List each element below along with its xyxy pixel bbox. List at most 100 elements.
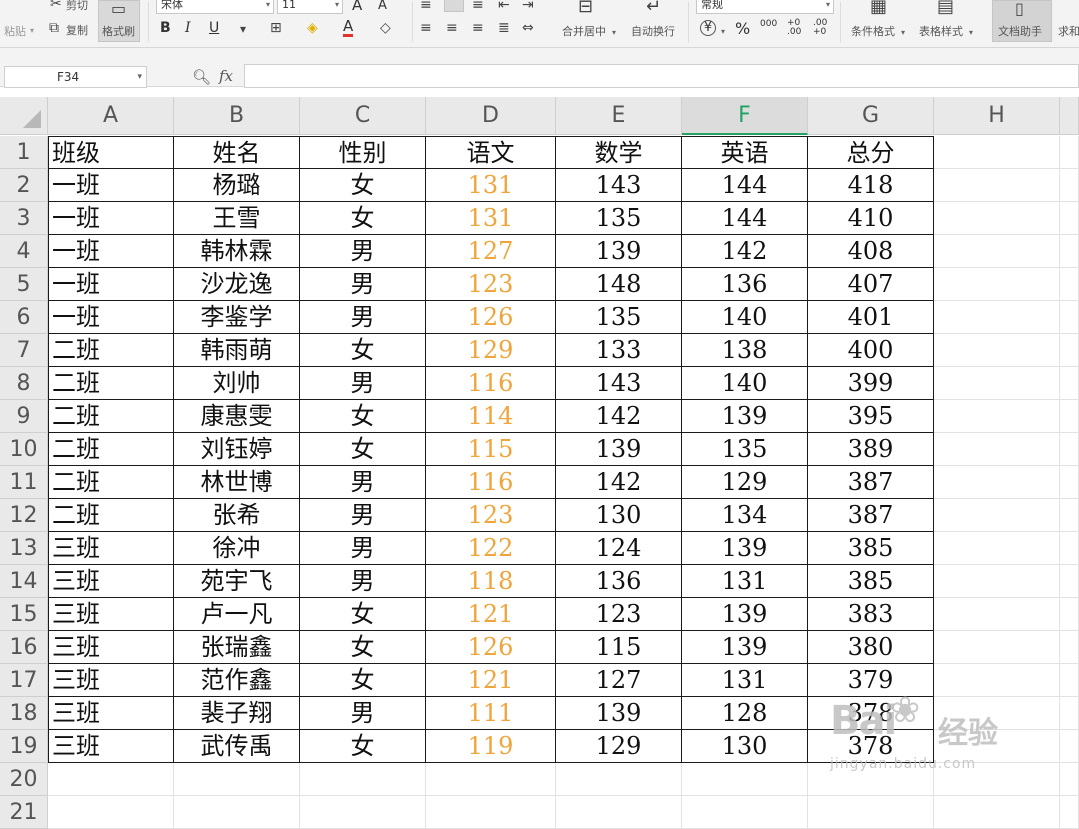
chevron-down-icon[interactable]: ▾: [901, 26, 905, 40]
column-header-d[interactable]: D: [426, 97, 556, 135]
align-top-button[interactable]: [444, 0, 464, 12]
row-header-14[interactable]: 14: [0, 565, 48, 598]
data-cell[interactable]: 401: [808, 301, 934, 334]
empty-cell[interactable]: [934, 631, 1060, 664]
empty-cell[interactable]: [1060, 499, 1079, 532]
empty-cell[interactable]: [934, 202, 1060, 235]
data-cell[interactable]: 144: [682, 169, 808, 202]
data-cell[interactable]: 一班: [48, 202, 174, 235]
data-cell[interactable]: 140: [682, 301, 808, 334]
header-cell[interactable]: 姓名: [174, 136, 300, 169]
data-cell[interactable]: 118: [426, 565, 556, 598]
data-cell[interactable]: 139: [682, 631, 808, 664]
data-cell[interactable]: 385: [808, 532, 934, 565]
data-cell[interactable]: 李鉴学: [174, 301, 300, 334]
empty-cell[interactable]: [48, 796, 174, 829]
align-left-icon[interactable]: ≡: [420, 21, 432, 35]
data-cell[interactable]: 131: [682, 565, 808, 598]
function-icon[interactable]: fx: [219, 67, 233, 85]
data-cell[interactable]: 148: [556, 268, 682, 301]
empty-cell[interactable]: [934, 169, 1060, 202]
data-cell[interactable]: 女: [300, 433, 426, 466]
empty-cell[interactable]: [1060, 631, 1079, 664]
row-header-10[interactable]: 10: [0, 433, 48, 466]
increase-decimal-button[interactable]: +0 .00: [787, 19, 805, 37]
data-cell[interactable]: 一班: [48, 268, 174, 301]
empty-cell[interactable]: [934, 532, 1060, 565]
row-header-15[interactable]: 15: [0, 598, 48, 631]
underline-dropdown-icon[interactable]: ▾: [240, 22, 246, 36]
data-cell[interactable]: 136: [556, 565, 682, 598]
data-cell[interactable]: 二班: [48, 499, 174, 532]
data-cell[interactable]: 379: [808, 664, 934, 697]
empty-cell[interactable]: [174, 796, 300, 829]
data-cell[interactable]: 387: [808, 499, 934, 532]
data-cell[interactable]: 一班: [48, 301, 174, 334]
data-cell[interactable]: 400: [808, 334, 934, 367]
empty-cell[interactable]: [934, 499, 1060, 532]
empty-cell[interactable]: [934, 334, 1060, 367]
data-cell[interactable]: 130: [556, 499, 682, 532]
data-cell[interactable]: 男: [300, 697, 426, 730]
font-name-select[interactable]: 宋体 ▾: [156, 0, 274, 14]
underline-button[interactable]: U: [209, 20, 219, 36]
row-header-13[interactable]: 13: [0, 532, 48, 565]
data-cell[interactable]: 139: [682, 532, 808, 565]
column-header-f[interactable]: F: [682, 97, 808, 135]
formula-input[interactable]: [244, 64, 1079, 88]
empty-cell[interactable]: [1060, 367, 1079, 400]
data-cell[interactable]: 康惠雯: [174, 400, 300, 433]
data-cell[interactable]: 女: [300, 598, 426, 631]
cut-button[interactable]: 剪切: [66, 0, 88, 13]
data-cell[interactable]: 131: [682, 664, 808, 697]
data-cell[interactable]: 116: [426, 367, 556, 400]
data-cell[interactable]: 135: [556, 301, 682, 334]
row-header-4[interactable]: 4: [0, 235, 48, 268]
data-cell[interactable]: 女: [300, 202, 426, 235]
column-header-e[interactable]: E: [556, 97, 682, 135]
empty-cell[interactable]: [1060, 334, 1079, 367]
justify-icon[interactable]: ≣: [498, 21, 510, 35]
thousands-button[interactable]: 000: [760, 19, 777, 29]
data-cell[interactable]: 裴子翔: [174, 697, 300, 730]
empty-cell[interactable]: [808, 763, 934, 796]
empty-cell[interactable]: [682, 763, 808, 796]
chevron-down-icon[interactable]: ▾: [721, 25, 725, 39]
fill-color-icon[interactable]: ◈: [307, 21, 318, 35]
data-cell[interactable]: 范作鑫: [174, 664, 300, 697]
paste-dropdown-icon[interactable]: ▾: [30, 24, 34, 38]
align-right-icon[interactable]: ≡: [472, 21, 484, 35]
data-cell[interactable]: 女: [300, 169, 426, 202]
number-format-select[interactable]: 常规 ▾: [696, 0, 834, 14]
doc-assistant-button[interactable]: ▯ 文档助手: [992, 0, 1052, 42]
conditional-format-icon[interactable]: ▦: [870, 0, 887, 16]
data-cell[interactable]: 138: [682, 334, 808, 367]
data-cell[interactable]: 143: [556, 169, 682, 202]
grow-font-button[interactable]: A: [352, 0, 362, 14]
data-cell[interactable]: 三班: [48, 664, 174, 697]
data-cell[interactable]: 395: [808, 400, 934, 433]
empty-cell[interactable]: [934, 763, 1060, 796]
data-cell[interactable]: 119: [426, 730, 556, 763]
empty-cell[interactable]: [1060, 268, 1079, 301]
data-cell[interactable]: 142: [682, 235, 808, 268]
align-top-icon[interactable]: ≡: [420, 0, 432, 12]
percent-button[interactable]: %: [735, 19, 750, 38]
chevron-down-icon[interactable]: ▾: [969, 26, 973, 40]
data-cell[interactable]: 三班: [48, 631, 174, 664]
data-cell[interactable]: 129: [682, 466, 808, 499]
data-cell[interactable]: 139: [682, 598, 808, 631]
empty-cell[interactable]: [934, 367, 1060, 400]
data-cell[interactable]: 男: [300, 268, 426, 301]
data-cell[interactable]: 135: [556, 202, 682, 235]
row-header-6[interactable]: 6: [0, 301, 48, 334]
row-header-8[interactable]: 8: [0, 367, 48, 400]
row-header-5[interactable]: 5: [0, 268, 48, 301]
data-cell[interactable]: 三班: [48, 598, 174, 631]
data-cell[interactable]: 116: [426, 466, 556, 499]
empty-cell[interactable]: [808, 796, 934, 829]
table-style-icon[interactable]: ▤: [937, 0, 954, 16]
empty-cell[interactable]: [934, 235, 1060, 268]
row-header-7[interactable]: 7: [0, 334, 48, 367]
data-cell[interactable]: 沙龙逸: [174, 268, 300, 301]
